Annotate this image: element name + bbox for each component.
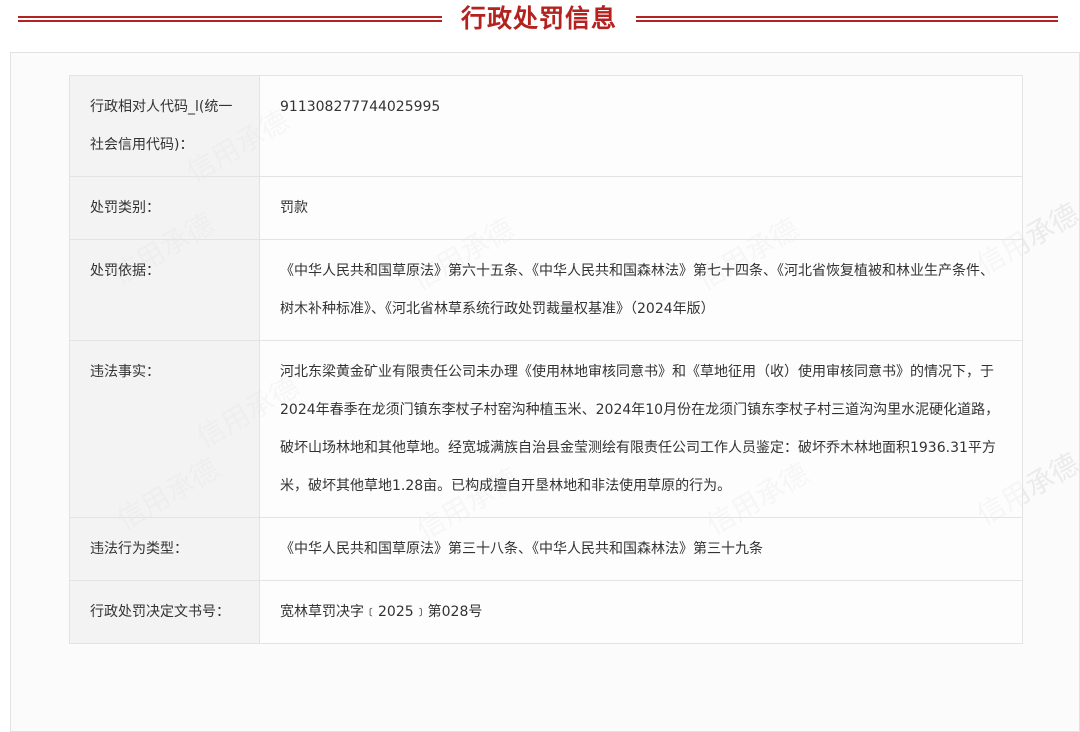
info-panel: 信用承德 信用承德 信用承德 信用承德 信用承德 信用承德 信用承德 信用承德 … (10, 52, 1080, 732)
header-rule-right (636, 16, 1058, 22)
row-label: 违法行为类型： (69, 517, 260, 581)
row-value: 911308277744025995 (259, 75, 1023, 177)
row-label: 处罚依据： (69, 239, 260, 341)
table-row: 处罚依据： 《中华人民共和国草原法》第六十五条、《中华人民共和国森林法》第七十四… (69, 239, 1023, 341)
table-row: 处罚类别： 罚款 (69, 176, 1023, 240)
row-value: 河北东梁黄金矿业有限责任公司未办理《使用林地审核同意书》和《草地征用（收）使用审… (259, 340, 1023, 518)
penalty-info-table: 行政相对人代码_l(统一社会信用代码)： 911308277744025995 … (69, 75, 1023, 644)
table-row: 违法行为类型： 《中华人民共和国草原法》第三十八条、《中华人民共和国森林法》第三… (69, 517, 1023, 581)
table-row: 行政相对人代码_l(统一社会信用代码)： 911308277744025995 (69, 75, 1023, 177)
row-value: 《中华人民共和国草原法》第三十八条、《中华人民共和国森林法》第三十九条 (259, 517, 1023, 581)
row-value: 《中华人民共和国草原法》第六十五条、《中华人民共和国森林法》第七十四条、《河北省… (259, 239, 1023, 341)
header-rule-left (18, 16, 442, 22)
row-label: 行政处罚决定文书号： (69, 580, 260, 644)
row-label: 行政相对人代码_l(统一社会信用代码)： (69, 75, 260, 177)
table-row: 违法事实： 河北东梁黄金矿业有限责任公司未办理《使用林地审核同意书》和《草地征用… (69, 340, 1023, 518)
row-value: 罚款 (259, 176, 1023, 240)
row-label: 违法事实： (69, 340, 260, 518)
row-value: 宽林草罚决字﹝2025﹞第028号 (259, 580, 1023, 644)
section-header: 行政处罚信息 (0, 0, 1080, 44)
row-label: 处罚类别： (69, 176, 260, 240)
table-row: 行政处罚决定文书号： 宽林草罚决字﹝2025﹞第028号 (69, 580, 1023, 644)
section-title: 行政处罚信息 (460, 4, 617, 33)
